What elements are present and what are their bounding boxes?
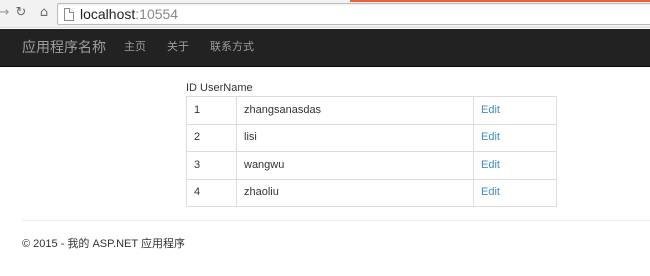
cell-username: wangwu <box>236 151 474 180</box>
navbar-brand[interactable]: 应用程序名称 <box>22 39 106 56</box>
cell-id: 2 <box>186 123 237 152</box>
cell-id: 4 <box>186 178 237 207</box>
back-icon[interactable]: → <box>0 6 11 20</box>
edit-link[interactable]: Edit <box>481 104 500 116</box>
url-text: localhost:10554 <box>80 7 178 22</box>
browser-toolbar: → ↻ ⌂ localhost:10554 <box>0 0 650 28</box>
cell-username: zhangsanasdas <box>236 96 474 125</box>
cell-username: zhaoliu <box>236 178 474 207</box>
table-row: 4 zhaoliu Edit <box>186 178 557 207</box>
home-icon[interactable]: ⌂ <box>37 6 51 20</box>
cell-id: 3 <box>186 151 237 180</box>
url-port: :10554 <box>135 6 179 22</box>
app-navbar: 应用程序名称 主页 关于 联系方式 <box>0 29 650 67</box>
table-heading: ID UserName <box>186 82 253 94</box>
users-table: 1 zhangsanasdas Edit 2 lisi Edit 3 wangw… <box>186 96 557 207</box>
nav-link-about[interactable]: 关于 <box>167 41 189 54</box>
address-bar[interactable]: localhost:10554 <box>57 3 650 25</box>
nav-link-contact[interactable]: 联系方式 <box>210 41 254 54</box>
url-host: localhost <box>80 6 136 22</box>
footer-copyright: © 2015 - 我的 ASP.NET 应用程序 <box>22 238 185 250</box>
window-accent <box>350 0 650 2</box>
edit-link[interactable]: Edit <box>481 186 500 198</box>
page-icon <box>64 8 74 21</box>
table-row: 2 lisi Edit <box>186 123 557 152</box>
reload-icon[interactable]: ↻ <box>14 6 28 20</box>
table-row: 3 wangwu Edit <box>186 151 557 180</box>
table-row: 1 zhangsanasdas Edit <box>186 96 557 125</box>
nav-link-home[interactable]: 主页 <box>124 41 146 54</box>
edit-link[interactable]: Edit <box>481 159 500 171</box>
edit-link[interactable]: Edit <box>481 131 500 143</box>
footer-divider <box>22 220 650 221</box>
cell-username: lisi <box>236 123 474 152</box>
cell-id: 1 <box>186 96 237 125</box>
